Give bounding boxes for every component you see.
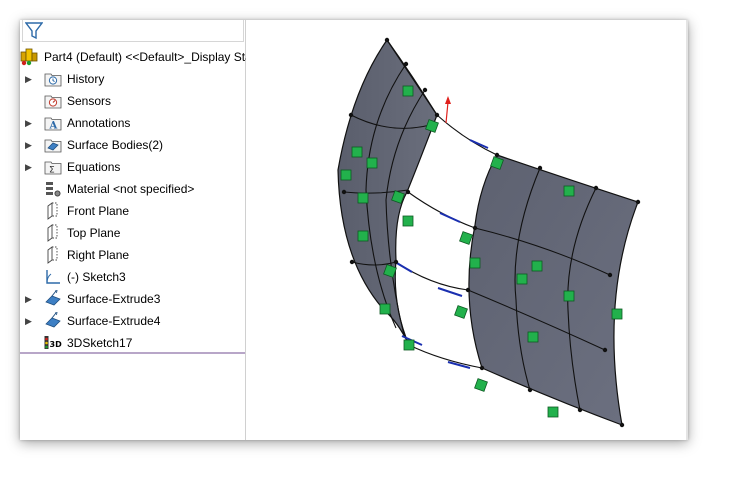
plane-icon [47, 246, 58, 264]
sensors-folder-icon [44, 95, 62, 109]
expand-arrow-icon[interactable]: ▶ [25, 294, 33, 304]
tree-item-label: Surface Bodies(2) [67, 138, 164, 152]
tree-item-label: Annotations [67, 116, 131, 130]
tree-item-label: Material <not specified> [67, 182, 195, 196]
tree-item-label: Part4 (Default) <<Default>_Display State… [44, 50, 279, 64]
material-icon [46, 182, 61, 197]
graphics-area[interactable] [246, 20, 688, 440]
tree-item-right-plane[interactable]: Right Plane [20, 244, 245, 266]
tree-item-part[interactable]: Part4 (Default) <<Default>_Display State… [20, 46, 279, 68]
history-folder-icon [44, 73, 62, 87]
tree-item-label: 3DSketch17 [67, 336, 133, 350]
svg-text:Σ: Σ [49, 166, 55, 176]
tree-separator [20, 352, 245, 354]
tree-item-3dsketch17[interactable]: 3D 3DSketch17 [20, 332, 245, 354]
feature-tree: Part4 (Default) <<Default>_Display State… [20, 46, 279, 354]
part-icon [20, 48, 38, 66]
surface-extrude-icon [45, 290, 61, 306]
tree-item-surface-bodies[interactable]: ▶ Surface Bodies(2) [20, 134, 245, 156]
plane-icon [47, 224, 58, 242]
model-view[interactable] [246, 20, 688, 440]
tree-item-label: (-) Sketch3 [67, 270, 126, 284]
tree-item-label: Front Plane [67, 204, 130, 218]
tree-item-history[interactable]: ▶ History [20, 68, 245, 90]
tree-item-label: Right Plane [67, 248, 130, 262]
expand-arrow-icon[interactable]: ▶ [25, 140, 33, 150]
expand-arrow-icon[interactable]: ▶ [25, 316, 33, 326]
surface-extrude-icon [45, 312, 61, 328]
tree-item-sketch3[interactable]: (-) Sketch3 [20, 266, 245, 288]
expand-arrow-icon[interactable]: ▶ [25, 118, 33, 128]
feature-manager-tree-panel: Part4 (Default) <<Default>_Display State… [20, 20, 279, 440]
equations-folder-icon: Σ [44, 161, 62, 176]
surface-bodies-folder-icon [44, 139, 62, 153]
tree-item-front-plane[interactable]: Front Plane [20, 200, 245, 222]
tree-item-sensors[interactable]: Sensors [20, 90, 245, 112]
tree-item-label: Equations [67, 160, 121, 174]
tree-item-label: Surface-Extrude3 [67, 292, 161, 306]
tree-item-material[interactable]: Material <not specified> [20, 178, 245, 200]
solidworks-window: Part4 (Default) <<Default>_Display State… [20, 20, 688, 440]
svg-text:A: A [49, 121, 58, 132]
surface-extrude4-face[interactable] [468, 154, 639, 426]
tree-item-top-plane[interactable]: Top Plane [20, 222, 245, 244]
tree-item-label: Sensors [67, 94, 112, 108]
expand-arrow-icon[interactable]: ▶ [25, 162, 33, 172]
tree-item-label: History [67, 72, 105, 86]
tree-item-equations[interactable]: ▶ Σ Equations [20, 156, 245, 178]
3d-sketch-icon: 3D [44, 336, 63, 349]
tree-item-surface-extrude4[interactable]: ▶ Surface-Extrude4 [20, 310, 245, 332]
plane-icon [47, 202, 58, 220]
svg-text:3D: 3D [50, 340, 63, 349]
expand-arrow-icon[interactable]: ▶ [25, 74, 33, 84]
tree-item-label: Top Plane [67, 226, 121, 240]
tree-item-annotations[interactable]: ▶ A Annotations [20, 112, 245, 134]
tree-filter-box[interactable] [22, 20, 244, 42]
tree-item-surface-extrude3[interactable]: ▶ Surface-Extrude3 [20, 288, 245, 310]
sketch-icon [46, 270, 60, 284]
annotations-folder-icon: A [44, 117, 62, 132]
viewport-edge [686, 20, 688, 440]
tree-item-label: Surface-Extrude4 [67, 314, 161, 328]
filter-icon[interactable] [25, 22, 43, 40]
